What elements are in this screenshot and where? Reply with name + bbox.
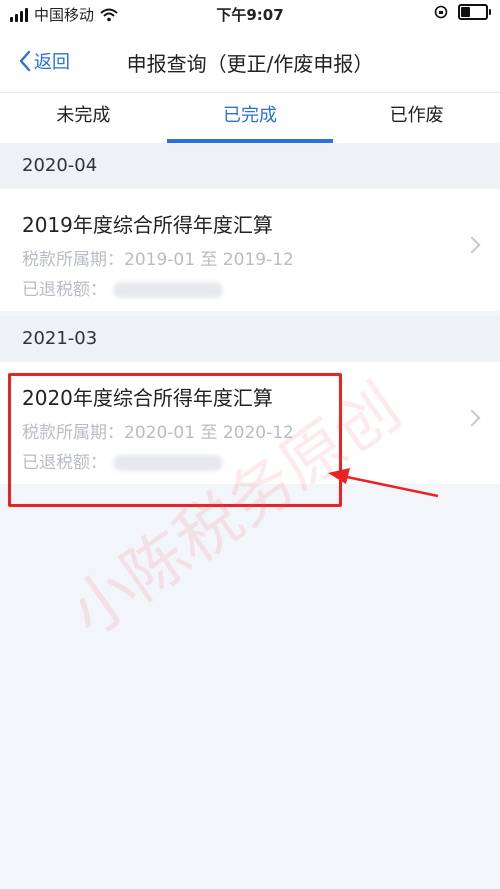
battery-icon: [458, 4, 491, 20]
tab-incomplete[interactable]: 未完成: [0, 93, 167, 143]
page-title: 申报查询（更正/作废申报）: [126, 52, 374, 76]
tax-period: 税款所属期：2019-01 至 2019-12: [22, 250, 294, 270]
redacted-amount: [113, 455, 223, 471]
declaration-card[interactable]: 2020年度综合所得年度汇算 税款所属期：2020-01 至 2020-12 已…: [0, 362, 500, 484]
declaration-title: 2020年度综合所得年度汇算: [22, 386, 273, 410]
orientation-lock-icon: [434, 5, 448, 19]
refund-label: 已退税额：: [22, 453, 107, 473]
group-date-header: 2020-04: [0, 143, 500, 189]
tax-period: 税款所属期：2020-01 至 2020-12: [22, 423, 294, 443]
tab-voided[interactable]: 已作废: [333, 93, 500, 143]
chevron-right-icon: [463, 236, 481, 254]
tab-completed[interactable]: 已完成: [166, 93, 334, 143]
refund-amount-row: 已退税额：: [22, 448, 223, 473]
clock-time: 下午9:07: [216, 6, 284, 24]
status-bar: 中国移动 下午9:07: [0, 0, 500, 28]
refund-amount-row: 已退税额：: [22, 275, 223, 300]
tab-bar: 未完成 已完成 已作废: [0, 92, 500, 143]
group-date-header: 2021-03: [0, 316, 500, 362]
declaration-title: 2019年度综合所得年度汇算: [22, 213, 273, 237]
nav-bar: 返回 申报查询（更正/作废申报）: [0, 28, 500, 92]
declaration-card[interactable]: 2019年度综合所得年度汇算 税款所属期：2019-01 至 2019-12 已…: [0, 189, 500, 311]
redacted-amount: [113, 282, 223, 298]
chevron-right-icon: [463, 409, 481, 427]
refund-label: 已退税额：: [22, 280, 107, 300]
status-right: [434, 4, 491, 20]
